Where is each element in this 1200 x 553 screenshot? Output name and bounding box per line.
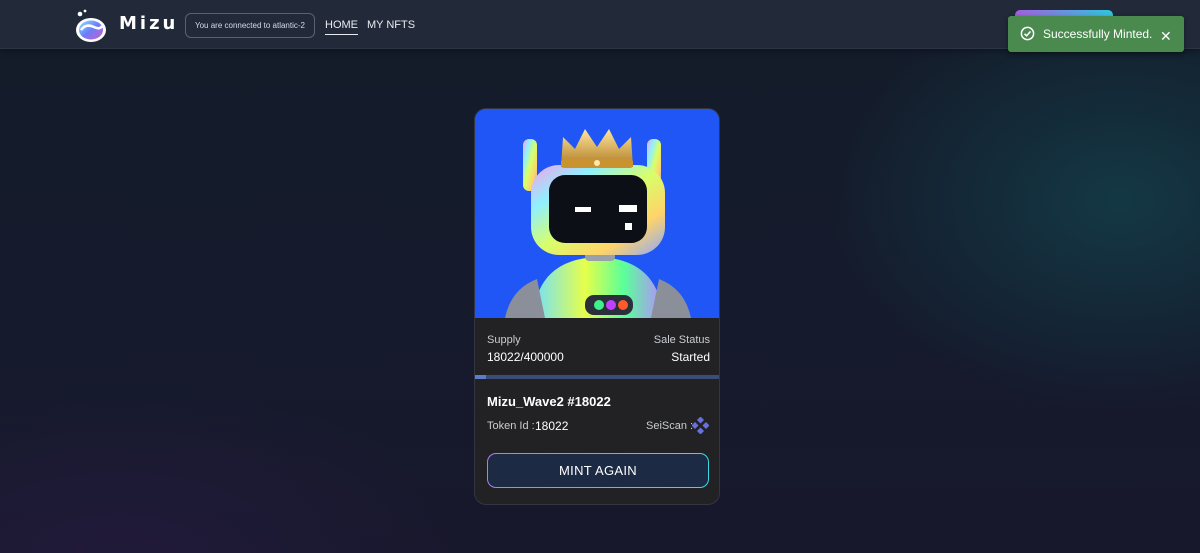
nft-card: Supply 18022/400000 Sale Status Started … <box>474 108 720 505</box>
nav-link-my-nfts[interactable]: MY NFTS <box>367 19 415 31</box>
close-icon[interactable]: ✕ <box>1160 28 1172 45</box>
success-toast: Successfully Minted. <box>1008 16 1184 52</box>
supply-label: Supply <box>487 334 521 346</box>
supply-stats: Supply 18022/400000 Sale Status Started <box>475 318 719 377</box>
check-circle-icon <box>1020 26 1035 41</box>
nft-artwork <box>475 109 719 318</box>
nav-link-home[interactable]: HOME <box>325 19 358 35</box>
supply-value: 18022/400000 <box>487 350 564 364</box>
mizu-logo-icon[interactable] <box>72 8 110 44</box>
sale-status-label: Sale Status <box>653 334 710 346</box>
sale-status-value: Started <box>671 350 710 364</box>
mint-again-label: MINT AGAIN <box>488 454 708 487</box>
nft-name: Mizu_Wave2 #18022 <box>487 394 611 409</box>
token-id-label: Token Id : <box>487 420 535 432</box>
token-id-value: 18022 <box>535 419 569 433</box>
seiscan-label: SeiScan : <box>646 420 694 432</box>
brand-name[interactable]: Mizu <box>119 13 178 34</box>
mint-progress-fill <box>475 375 487 379</box>
seiscan-diamond-icon[interactable] <box>692 417 709 434</box>
toast-message: Successfully Minted. <box>1043 27 1153 41</box>
mint-again-button[interactable]: MINT AGAIN <box>487 453 709 488</box>
network-status-pill: You are connected to atlantic-2 <box>185 13 315 38</box>
mint-progress-bar <box>475 375 719 379</box>
